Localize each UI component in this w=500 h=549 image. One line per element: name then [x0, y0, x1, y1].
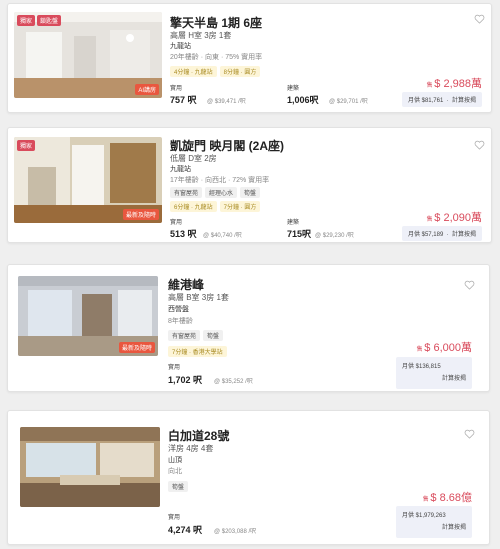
listing-card[interactable]: 獨家 最新及隨時 凱旋門 映月閣 (2A座) 低層 D室 2房 九龍站 17年樓…: [7, 127, 492, 243]
price-value: $ 2,090萬: [434, 212, 482, 224]
feature-chip: 筍盤: [203, 330, 224, 341]
feature-chip: 筍盤: [240, 187, 261, 198]
listing-card[interactable]: 白加道28號 洋房 4房 4套 山頂 向北 筍盤 實用 4,274 呎 @ $2…: [7, 410, 490, 545]
listing-photo[interactable]: 獨家 最新及隨時: [14, 137, 162, 223]
favorite-heart-icon[interactable]: [474, 14, 485, 24]
price-value: $ 2,988萬: [434, 78, 482, 90]
listing-price: 售 $ 2,988萬: [427, 75, 482, 91]
usable-area: 757 呎: [170, 95, 197, 105]
usable-price-per-ft: @ $35,252 /呎: [214, 379, 253, 385]
usable-label: 實用: [168, 515, 181, 521]
listing-photo[interactable]: 最新及隨時: [18, 276, 158, 356]
usable-area: 4,274 呎: [168, 525, 203, 535]
listing-card[interactable]: 最新及隨時 維港峰 高層 B室 3房 1套 西營盤 8年樓齡 有窗屋苑 筍盤 7…: [7, 264, 490, 392]
listing-location: 九龍站: [170, 43, 191, 50]
usable-price-per-ft: @ $203,088 /呎: [214, 529, 257, 535]
transport-chip: 7分鐘 · 圓方: [219, 201, 261, 212]
price-prefix: 售: [422, 497, 429, 503]
listing-photo[interactable]: [20, 427, 160, 507]
feature-chip: 有窗屋苑: [168, 330, 201, 341]
listing-photo[interactable]: 獨家 鎖匙盤 AI講房: [14, 12, 162, 98]
listing-subtitle: 洋房 4房 4套: [168, 444, 214, 453]
exclusive-tag: 獨家: [17, 15, 36, 26]
transport-chip: 7分鐘 · 香港大學站: [168, 346, 227, 357]
listing-location: 九龍站: [170, 166, 191, 173]
listing-info: 向北: [168, 468, 182, 475]
favorite-heart-icon[interactable]: [474, 140, 485, 150]
listing-title[interactable]: 擎天半島 1期 6座: [170, 14, 262, 31]
favorite-heart-icon[interactable]: [464, 280, 475, 290]
gross-price-per-ft: @ $29,230 /呎: [315, 233, 354, 239]
price-value: $ 6,000萬: [424, 342, 472, 354]
listing-subtitle: 高層 B室 3房 1套: [168, 293, 229, 302]
gross-label: 建築: [287, 86, 300, 92]
listing-location: 山頂: [168, 457, 182, 464]
transport-chip: 8分鐘 · 圓方: [219, 66, 261, 77]
usable-label: 實用: [170, 220, 183, 226]
listing-card[interactable]: 獨家 鎖匙盤 AI講房 擎天半島 1期 6座 高層 H室 3房 1套 九龍站 2…: [7, 3, 492, 113]
listing-location: 西營盤: [168, 306, 189, 313]
mortgage-box[interactable]: 月供 $81,761 · 計算按揭: [401, 92, 482, 107]
calc-mortgage-link[interactable]: 計算按揭: [402, 373, 466, 385]
price-prefix: 售: [426, 217, 433, 223]
listing-info: 17年樓齡 · 向西北 · 72% 實用率: [170, 177, 270, 184]
feature-chip: 有窗屋苑: [170, 187, 203, 198]
usable-area: 513 呎: [170, 229, 197, 239]
latest-badge[interactable]: 最新及隨時: [122, 209, 159, 220]
gross-label: 建築: [287, 220, 300, 226]
mortgage-box[interactable]: 月供 $57,189 · 計算按揭: [401, 226, 482, 241]
listing-info: 20年樓齡 · 向東 · 75% 實用率: [170, 54, 263, 61]
usable-label: 實用: [168, 365, 181, 371]
listing-price: 售 $ 8.68億: [423, 489, 472, 505]
usable-label: 實用: [170, 86, 183, 92]
price-prefix: 售: [416, 347, 423, 353]
gross-price-per-ft: @ $29,701 /呎: [329, 99, 368, 105]
listing-price: 售 $ 6,000萬: [417, 339, 472, 355]
monthly-payment: 月供 $81,761: [407, 98, 444, 104]
gross-area: 1,006呎: [287, 95, 319, 105]
transport-chip: 4分鐘 · 九龍站: [170, 66, 217, 77]
listing-info: 8年樓齡: [168, 318, 193, 325]
listing-price: 售 $ 2,090萬: [427, 209, 482, 225]
exclusive-tag: 獨家: [17, 140, 36, 151]
mortgage-box[interactable]: 月供 $136,815 計算按揭: [396, 357, 472, 389]
mortgage-box[interactable]: 月供 $1,979,263 計算按揭: [396, 506, 472, 538]
monthly-payment: 月供 $1,979,263: [402, 513, 446, 519]
feature-chip: 經理心水: [205, 187, 238, 198]
listing-title[interactable]: 凱旋門 映月閣 (2A座): [170, 137, 284, 154]
transport-chip: 6分鐘 · 九龍站: [170, 201, 217, 212]
calc-mortgage-link[interactable]: 計算按揭: [452, 98, 476, 104]
favorite-heart-icon[interactable]: [464, 429, 475, 439]
ai-tour-badge[interactable]: AI講房: [135, 84, 159, 95]
calc-mortgage-link[interactable]: 計算按揭: [452, 232, 476, 238]
latest-badge[interactable]: 最新及隨時: [118, 342, 155, 353]
price-value: $ 8.68億: [430, 492, 472, 504]
feature-chip: 筍盤: [168, 481, 189, 492]
monthly-payment: 月供 $136,815: [402, 364, 441, 370]
usable-price-per-ft: @ $40,740 /呎: [203, 233, 242, 239]
calc-mortgage-link[interactable]: 計算按揭: [402, 522, 466, 534]
usable-area: 1,702 呎: [168, 375, 203, 385]
price-prefix: 售: [426, 83, 433, 89]
gross-area: 715呎: [287, 229, 312, 239]
listing-title[interactable]: 維港峰: [168, 276, 204, 293]
monthly-payment: 月供 $57,189: [407, 232, 444, 238]
listing-subtitle: 低層 D室 2房: [170, 154, 217, 163]
listing-title[interactable]: 白加道28號: [168, 427, 229, 444]
key-tag: 鎖匙盤: [37, 15, 62, 26]
listing-subtitle: 高層 H室 3房 1套: [170, 31, 232, 40]
usable-price-per-ft: @ $39,471 /呎: [207, 99, 246, 105]
